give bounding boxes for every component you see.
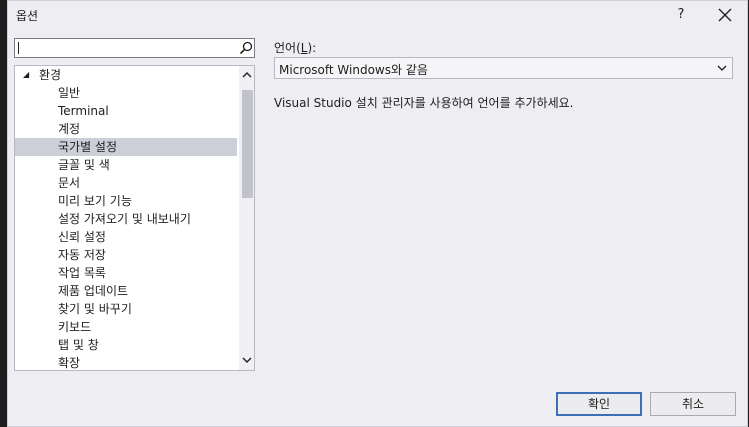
tree-item[interactable]: 문서	[15, 174, 237, 192]
tree-item-label: 문서	[58, 176, 81, 190]
tree-item-label: 글꼴 및 색	[58, 158, 110, 172]
tree-item-label: 확장	[58, 356, 81, 370]
tree-item[interactable]: 일반	[15, 84, 237, 102]
tree-item[interactable]: 설정 가져오기 및 내보내기	[15, 210, 237, 228]
scroll-thumb[interactable]	[242, 90, 253, 198]
tree-item-label: 신뢰 설정	[58, 230, 106, 244]
tree-item[interactable]: 자동 저장	[15, 246, 237, 264]
title-bar: 옵션 ?	[8, 1, 747, 29]
scroll-down-button[interactable]	[239, 352, 254, 369]
tree-item-label: 찾기 및 바꾸기	[58, 302, 132, 316]
language-label: 언어(L):	[274, 39, 316, 56]
language-dropdown[interactable]: Microsoft Windows와 같음	[274, 57, 733, 79]
options-tree[interactable]: ◢ 환경 일반 Terminal 계정 국가별 설정 글꼴 및 색 문서 미리 …	[14, 65, 255, 371]
tree-item[interactable]: 글꼴 및 색	[15, 156, 237, 174]
tree-item[interactable]: 계정	[15, 120, 237, 138]
tree-item-label: 계정	[58, 122, 81, 136]
background-editor-edge	[0, 0, 7, 427]
tree-scrollbar[interactable]	[239, 66, 254, 370]
tree-item-label: 미리 보기 기능	[58, 194, 132, 208]
tree-item[interactable]: 작업 목록	[15, 264, 237, 282]
search-input[interactable]	[15, 39, 239, 57]
tree-item-label: 설정 가져오기 및 내보내기	[58, 212, 191, 226]
tree-item-label: 제품 업데이트	[58, 284, 129, 298]
tree-item-label: 자동 저장	[58, 248, 106, 262]
tree-item[interactable]: 신뢰 설정	[15, 228, 237, 246]
language-label-prefix: 언어(	[274, 41, 301, 55]
close-button[interactable]	[714, 4, 736, 26]
chevron-down-icon	[717, 65, 727, 71]
text-caret	[18, 42, 19, 54]
tree-item-label: 작업 목록	[58, 266, 106, 280]
dialog-title: 옵션	[16, 9, 39, 23]
tree-item-label: 탭 및 창	[58, 338, 99, 352]
tree-item[interactable]: 키보드	[15, 318, 237, 336]
tree-item-label: Terminal	[58, 104, 109, 118]
tree-item-label: 키보드	[58, 320, 92, 334]
tree-item[interactable]: 탭 및 창	[15, 336, 237, 354]
tree-item[interactable]: 확장	[15, 354, 237, 370]
tree-item[interactable]: Terminal	[15, 102, 237, 120]
tree-item[interactable]: 찾기 및 바꾸기	[15, 300, 237, 318]
language-info-text: Visual Studio 설치 관리자를 사용하여 언어를 추가하세요.	[274, 96, 574, 110]
chevron-up-icon	[242, 72, 252, 78]
close-icon	[718, 8, 732, 22]
language-label-suffix: ):	[307, 41, 317, 55]
search-icon[interactable]	[239, 41, 253, 55]
chevron-down-icon	[242, 357, 252, 363]
tree-item[interactable]: 미리 보기 기능	[15, 192, 237, 210]
tree-node-environment[interactable]: ◢ 환경	[15, 66, 237, 84]
help-button[interactable]: ?	[668, 1, 694, 29]
scroll-up-button[interactable]	[239, 67, 254, 84]
search-field[interactable]	[14, 38, 255, 58]
options-dialog: 옵션 ? ◢ 환경 일반 Terminal 계정 국가별 설정 글꼴 및 색 문…	[7, 0, 748, 427]
tree-item-label: 일반	[58, 86, 81, 100]
ok-button[interactable]: 확인	[556, 392, 642, 416]
tree-item[interactable]: 제품 업데이트	[15, 282, 237, 300]
language-dropdown-value: Microsoft Windows와 같음	[279, 63, 428, 77]
expanded-triangle-icon[interactable]: ◢	[23, 66, 29, 84]
tree-item-selected[interactable]: 국가별 설정	[15, 138, 237, 156]
tree-item-label: 국가별 설정	[58, 140, 118, 154]
cancel-button[interactable]: 취소	[650, 392, 736, 416]
tree-node-label: 환경	[39, 68, 62, 82]
